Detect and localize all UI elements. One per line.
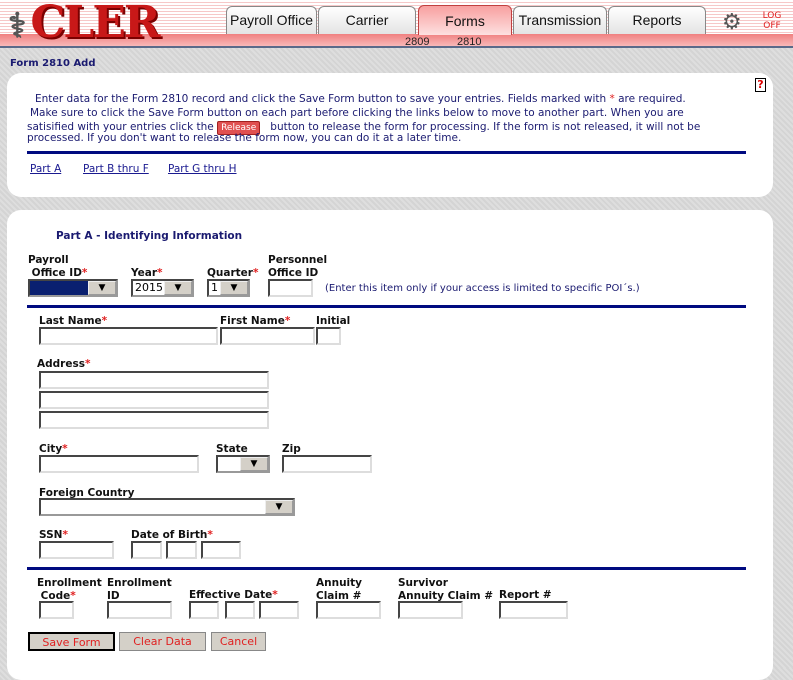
report-input[interactable] — [499, 601, 568, 619]
tab-reports[interactable]: Reports — [608, 6, 706, 34]
subnav-2810[interactable]: 2810 — [457, 36, 481, 48]
year-select[interactable]: 2015 ▼ — [131, 279, 194, 297]
cancel-button[interactable]: Cancel — [211, 632, 266, 651]
chevron-down-icon: ▼ — [220, 281, 248, 295]
effective-year-input[interactable] — [259, 601, 299, 619]
logo-text: CLER — [30, 0, 160, 48]
enrollment-id-label: Enrollment ID — [107, 577, 172, 602]
poi-label: Personnel Office ID — [268, 254, 328, 279]
poi-note: (Enter this item only if your access is … — [325, 283, 640, 294]
tab-transmission[interactable]: Transmission — [513, 6, 607, 34]
intro-line1: Enter data for the Form 2810 record and … — [35, 93, 686, 105]
dob-day-input[interactable] — [166, 541, 197, 559]
last-name-input[interactable] — [39, 327, 218, 345]
payroll-office-select[interactable]: ▼ — [28, 279, 118, 297]
state-select[interactable]: ▼ — [216, 455, 270, 473]
link-part-b-f[interactable]: Part B thru F — [83, 163, 149, 175]
dob-month-input[interactable] — [131, 541, 162, 559]
effective-day-input[interactable] — [225, 601, 255, 619]
dob-year-input[interactable] — [201, 541, 241, 559]
survivor-claim-input[interactable] — [398, 601, 463, 619]
logoff-button[interactable]: LOG OFF — [760, 11, 784, 31]
address-label: Address* — [37, 358, 91, 370]
foreign-country-select[interactable]: ▼ — [39, 498, 295, 516]
chevron-down-icon: ▼ — [88, 281, 116, 295]
logo: ⚕ CLER — [8, 0, 160, 48]
effective-month-input[interactable] — [189, 601, 219, 619]
page-title: Form 2810 Add — [10, 58, 96, 69]
payroll-label: Payroll Office ID* — [28, 254, 88, 279]
quarter-select[interactable]: 1 ▼ — [207, 279, 250, 297]
ssn-input[interactable] — [39, 541, 114, 559]
intro-line2: Make sure to click the Save Form button … — [30, 107, 684, 119]
annuity-claim-input[interactable] — [316, 601, 381, 619]
address-line1-input[interactable] — [39, 371, 269, 389]
subnav-2809[interactable]: 2809 — [405, 36, 429, 48]
intro-line4: processed. If you don't want to release … — [27, 132, 462, 144]
tab-payroll-office[interactable]: Payroll Office — [226, 6, 317, 34]
tab-carrier[interactable]: Carrier — [318, 6, 416, 34]
clear-data-button[interactable]: Clear Data — [119, 632, 206, 651]
enrollment-id-input[interactable] — [107, 601, 172, 619]
initial-input[interactable] — [316, 327, 341, 345]
gear-icon[interactable]: ⚙ — [722, 10, 742, 35]
chevron-down-icon: ▼ — [240, 457, 268, 471]
chevron-down-icon: ▼ — [164, 281, 192, 295]
address-line3-input[interactable] — [39, 411, 269, 429]
first-name-input[interactable] — [220, 327, 315, 345]
zip-input[interactable] — [282, 455, 372, 473]
divider — [27, 567, 746, 570]
link-part-g-h[interactable]: Part G thru H — [168, 163, 237, 175]
divider — [27, 305, 746, 308]
address-line2-input[interactable] — [39, 391, 269, 409]
divider — [27, 151, 746, 154]
save-form-button[interactable]: Save Form — [28, 632, 115, 651]
link-part-a[interactable]: Part A — [30, 163, 61, 175]
section-title: Part A - Identifying Information — [56, 230, 243, 242]
survivor-claim-label: Survivor Annuity Claim # — [398, 577, 494, 602]
city-input[interactable] — [39, 455, 199, 473]
caduceus-icon: ⚕ — [8, 6, 26, 46]
tab-forms[interactable]: Forms — [418, 5, 512, 35]
enrollment-code-label: Enrollment Code* — [37, 577, 102, 602]
enrollment-code-input[interactable] — [39, 601, 74, 619]
chevron-down-icon: ▼ — [265, 500, 293, 514]
help-icon[interactable]: ? — [755, 78, 766, 92]
poi-input[interactable] — [268, 279, 313, 297]
annuity-claim-label: Annuity Claim # — [316, 577, 363, 602]
